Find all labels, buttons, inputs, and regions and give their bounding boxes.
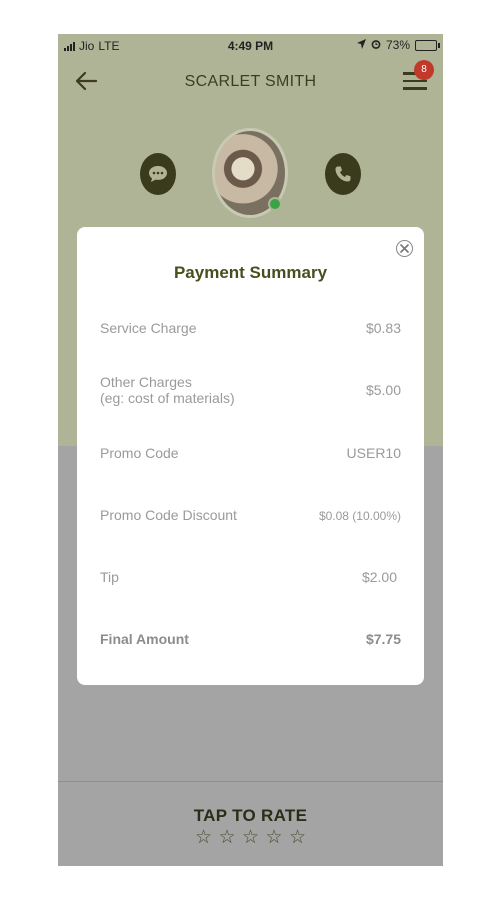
status-right: 73%: [356, 38, 440, 52]
rating-footer: TAP TO RATE ☆ ☆ ☆ ☆ ☆: [58, 781, 443, 866]
row-label: Service Charge: [100, 320, 197, 336]
app-header: SCARLET SMITH: [58, 64, 443, 100]
row-label-line1: Other Charges: [100, 374, 192, 390]
row-value: $0.83: [365, 320, 401, 336]
online-status-dot: [268, 197, 282, 211]
page-title: SCARLET SMITH: [184, 73, 317, 90]
row-value: $0.08 (10.00%): [318, 509, 401, 523]
star-icon[interactable]: ☆: [242, 826, 259, 849]
row-value: USER10: [346, 445, 401, 461]
row-label: Promo Code: [100, 445, 179, 461]
star-icon[interactable]: ☆: [289, 826, 306, 849]
star-rating: ☆ ☆ ☆ ☆ ☆: [58, 826, 443, 849]
notification-badge: 8: [414, 60, 434, 80]
row-label: Tip: [100, 569, 119, 585]
status-bar: Jio LTE 4:49 PM 73%: [58, 34, 443, 58]
close-button[interactable]: [396, 240, 413, 257]
row-label: Other Charges (eg: cost of materials): [100, 374, 235, 406]
payment-summary-modal: Payment Summary Service Charge $0.83 Oth…: [77, 227, 424, 685]
close-icon: [400, 244, 409, 253]
battery-percent: 73%: [385, 38, 410, 52]
alarm-icon: [371, 38, 381, 52]
chat-button[interactable]: [140, 153, 176, 195]
tap-to-rate-label[interactable]: TAP TO RATE: [58, 806, 443, 826]
location-icon: [356, 38, 366, 52]
phone-icon: [335, 166, 351, 182]
row-label: Final Amount: [100, 631, 189, 647]
battery-icon: [415, 39, 440, 51]
chat-icon: [149, 166, 167, 182]
row-label: Promo Code Discount: [100, 507, 237, 523]
row-value: $5.00: [365, 382, 401, 398]
call-button[interactable]: [325, 153, 361, 195]
star-icon[interactable]: ☆: [195, 826, 212, 849]
row-value: $2.00: [361, 569, 397, 585]
modal-title: Payment Summary: [173, 263, 328, 282]
star-icon[interactable]: ☆: [265, 826, 282, 849]
row-value: $7.75: [365, 631, 401, 647]
star-icon[interactable]: ☆: [218, 826, 235, 849]
row-label-line2: (eg: cost of materials): [100, 390, 235, 406]
